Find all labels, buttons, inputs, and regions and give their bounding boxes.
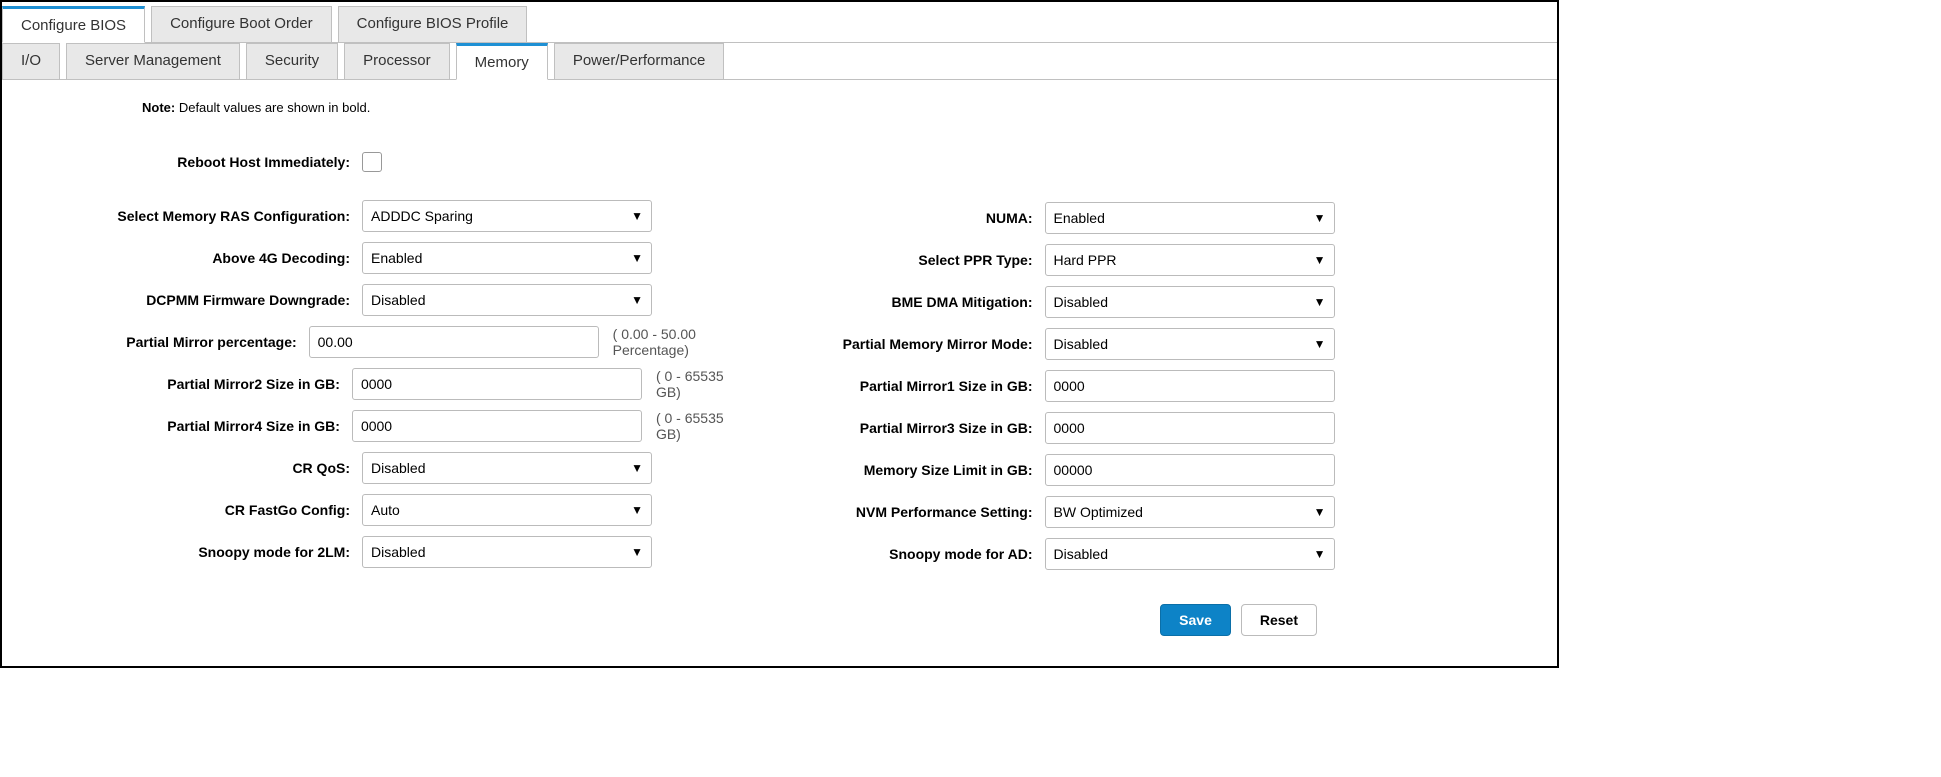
tab-io[interactable]: I/O [2,43,60,79]
chevron-down-icon: ▼ [1314,505,1326,519]
numa-label: NUMA: [810,210,1045,226]
partial-mirror3-input[interactable]: 0000 [1045,412,1335,444]
cr-fastgo-label: CR FastGo Config: [22,502,362,518]
memory-size-limit-value: 00000 [1054,462,1093,478]
tab-server-management[interactable]: Server Management [66,43,240,79]
partial-mirror-pct-hint: ( 0.00 - 50.00 Percentage) [613,326,750,358]
numa-select[interactable]: Enabled ▼ [1045,202,1335,234]
chevron-down-icon: ▼ [631,461,643,475]
chevron-down-icon: ▼ [631,545,643,559]
memory-size-limit-label: Memory Size Limit in GB: [810,462,1045,478]
left-column: Reboot Host Immediately: Select Memory R… [22,145,750,579]
tab-processor[interactable]: Processor [344,43,450,79]
bme-dma-value: Disabled [1054,294,1108,310]
partial-mirror2-value: 0000 [361,376,392,392]
partial-mirror-pct-input[interactable]: 00.00 [309,326,599,358]
tab-memory[interactable]: Memory [456,43,548,80]
chevron-down-icon: ▼ [1314,211,1326,225]
dcpmm-value: Disabled [371,292,425,308]
tab-configure-bios-profile[interactable]: Configure BIOS Profile [338,6,528,42]
partial-mirror-pct-value: 00.00 [318,334,353,350]
default-note: Note: Default values are shown in bold. [142,100,1537,115]
ppr-type-select[interactable]: Hard PPR ▼ [1045,244,1335,276]
action-buttons: Save Reset [22,604,1537,636]
cr-qos-value: Disabled [371,460,425,476]
nvm-perf-label: NVM Performance Setting: [810,504,1045,520]
top-tabs: Configure BIOS Configure Boot Order Conf… [2,6,1557,43]
numa-value: Enabled [1054,210,1105,226]
partial-mirror1-input[interactable]: 0000 [1045,370,1335,402]
ras-config-select[interactable]: ADDDC Sparing ▼ [362,200,652,232]
partial-mirror2-label: Partial Mirror2 Size in GB: [22,376,352,392]
partial-memory-mirror-value: Disabled [1054,336,1108,352]
partial-mirror-pct-label: Partial Mirror percentage: [22,334,309,350]
snoopy-2lm-value: Disabled [371,544,425,560]
bme-dma-label: BME DMA Mitigation: [810,294,1045,310]
cr-qos-label: CR QoS: [22,460,362,476]
dcpmm-label: DCPMM Firmware Downgrade: [22,292,362,308]
tab-configure-bios[interactable]: Configure BIOS [2,6,145,43]
partial-mirror1-label: Partial Mirror1 Size in GB: [810,378,1045,394]
save-button[interactable]: Save [1160,604,1231,636]
ras-config-value: ADDDC Sparing [371,208,473,224]
partial-mirror4-input[interactable]: 0000 [352,410,642,442]
snoopy-ad-select[interactable]: Disabled ▼ [1045,538,1335,570]
tab-configure-boot-order[interactable]: Configure Boot Order [151,6,332,42]
ppr-type-value: Hard PPR [1054,252,1117,268]
right-column: NUMA: Enabled ▼ Select PPR Type: Hard PP… [810,145,1538,579]
partial-mirror4-hint: ( 0 - 65535 GB) [656,410,750,442]
snoopy-2lm-label: Snoopy mode for 2LM: [22,544,362,560]
partial-mirror3-value: 0000 [1054,420,1085,436]
chevron-down-icon: ▼ [631,209,643,223]
reboot-host-checkbox[interactable] [362,152,382,172]
chevron-down-icon: ▼ [1314,547,1326,561]
above-4g-value: Enabled [371,250,422,266]
snoopy-ad-value: Disabled [1054,546,1108,562]
cr-fastgo-value: Auto [371,502,400,518]
chevron-down-icon: ▼ [631,293,643,307]
partial-memory-mirror-select[interactable]: Disabled ▼ [1045,328,1335,360]
memory-size-limit-input[interactable]: 00000 [1045,454,1335,486]
above-4g-select[interactable]: Enabled ▼ [362,242,652,274]
ppr-type-label: Select PPR Type: [810,252,1045,268]
partial-mirror2-hint: ( 0 - 65535 GB) [656,368,750,400]
snoopy-2lm-select[interactable]: Disabled ▼ [362,536,652,568]
chevron-down-icon: ▼ [631,251,643,265]
bios-config-page: Configure BIOS Configure Boot Order Conf… [0,0,1559,668]
partial-mirror1-value: 0000 [1054,378,1085,394]
partial-memory-mirror-label: Partial Memory Mirror Mode: [810,336,1045,352]
ras-config-label: Select Memory RAS Configuration: [22,208,362,224]
tab-security[interactable]: Security [246,43,338,79]
sub-tabs: I/O Server Management Security Processor… [2,43,1557,80]
chevron-down-icon: ▼ [1314,337,1326,351]
reboot-host-label: Reboot Host Immediately: [22,154,362,170]
chevron-down-icon: ▼ [631,503,643,517]
memory-settings-content: Note: Default values are shown in bold. … [2,80,1557,666]
partial-mirror3-label: Partial Mirror3 Size in GB: [810,420,1045,436]
tab-power-performance[interactable]: Power/Performance [554,43,725,79]
cr-fastgo-select[interactable]: Auto ▼ [362,494,652,526]
nvm-perf-value: BW Optimized [1054,504,1143,520]
partial-mirror4-label: Partial Mirror4 Size in GB: [22,418,352,434]
chevron-down-icon: ▼ [1314,295,1326,309]
dcpmm-select[interactable]: Disabled ▼ [362,284,652,316]
bme-dma-select[interactable]: Disabled ▼ [1045,286,1335,318]
snoopy-ad-label: Snoopy mode for AD: [810,546,1045,562]
nvm-perf-select[interactable]: BW Optimized ▼ [1045,496,1335,528]
partial-mirror2-input[interactable]: 0000 [352,368,642,400]
note-text: Default values are shown in bold. [175,100,370,115]
above-4g-label: Above 4G Decoding: [22,250,362,266]
reset-button[interactable]: Reset [1241,604,1317,636]
partial-mirror4-value: 0000 [361,418,392,434]
chevron-down-icon: ▼ [1314,253,1326,267]
note-prefix: Note: [142,100,175,115]
cr-qos-select[interactable]: Disabled ▼ [362,452,652,484]
